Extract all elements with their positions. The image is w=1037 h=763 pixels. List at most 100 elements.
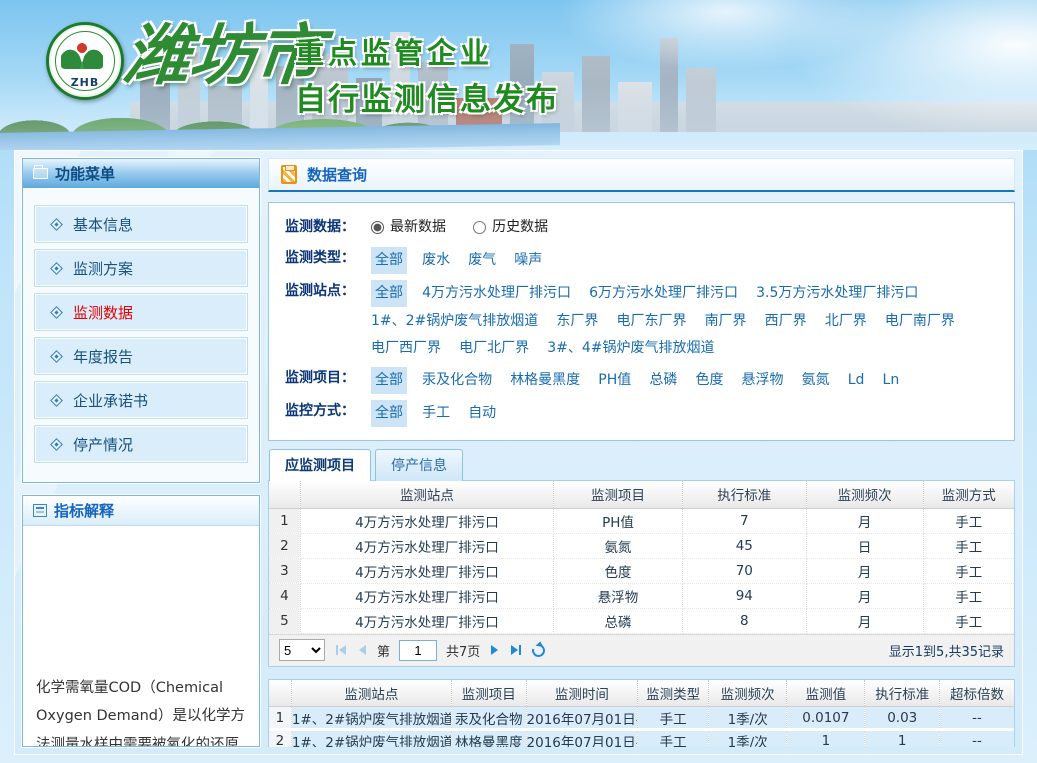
station-option[interactable]: 南厂界 xyxy=(705,309,747,334)
data-query-title: 数据查询 xyxy=(307,164,367,185)
type-option-noise[interactable]: 噪声 xyxy=(514,248,542,273)
sidebar-item-annual-report[interactable]: 年度报告 xyxy=(35,338,247,374)
column-header[interactable]: 监测站点 xyxy=(300,481,553,508)
item-option[interactable]: 汞及化合物 xyxy=(422,368,492,393)
tab-monitoring-items[interactable]: 应监测项目 xyxy=(269,449,371,481)
table-row[interactable]: 2 1#、2#锅炉废气排放烟道 林格曼黑度 2016年07月01日-09 手工 … xyxy=(269,730,1014,748)
item-option[interactable]: 全部 xyxy=(371,367,407,394)
type-option-wastewater[interactable]: 废水 xyxy=(422,248,450,273)
type-option-all[interactable]: 全部 xyxy=(371,247,407,274)
cell: 汞及化合物 xyxy=(452,707,527,730)
main-content: 数据查询 监测数据： 最新数据 历史数据 监测类型： xyxy=(268,158,1015,747)
filter-label-item: 监测项目： xyxy=(285,366,371,391)
diamond-arrow-icon xyxy=(50,218,63,231)
page-number-input[interactable] xyxy=(399,640,437,661)
monitoring-items-grid: 监测站点 监测项目 执行标准 监测频次 监测方式 1 4万方污水处理厂排污口 P… xyxy=(268,480,1015,667)
column-header[interactable]: 监测类型 xyxy=(638,680,709,707)
sidebar-item-label: 企业承诺书 xyxy=(73,390,148,411)
item-option[interactable]: PH值 xyxy=(598,368,631,393)
indicator-text: 化学需氧量COD（Chemical Oxygen Demand）是以化学方法测量… xyxy=(23,526,259,746)
column-header[interactable]: 监测频次 xyxy=(806,481,923,508)
indicator-explanation-title: 指标解释 xyxy=(54,500,114,521)
sidebar-item-shutdown-status[interactable]: 停产情况 xyxy=(35,426,247,462)
cell: 手工 xyxy=(638,730,709,748)
row-number: 4 xyxy=(269,583,300,608)
site-logo: ZHB xyxy=(46,22,124,100)
history-data-radio[interactable] xyxy=(473,221,486,234)
column-header[interactable]: 监测值 xyxy=(787,680,865,707)
item-option[interactable]: 色度 xyxy=(695,368,723,393)
next-page-button[interactable] xyxy=(489,645,500,655)
station-option[interactable]: 电厂北厂界 xyxy=(459,336,529,361)
mode-option-all[interactable]: 全部 xyxy=(371,400,407,427)
station-option[interactable]: 4万方污水处理厂排污口 xyxy=(422,281,571,306)
last-page-button[interactable] xyxy=(509,645,523,655)
column-header[interactable] xyxy=(269,481,300,508)
table-row[interactable]: 4 4万方污水处理厂排污口 悬浮物 94 月 手工 xyxy=(269,583,1014,608)
mode-option-manual[interactable]: 手工 xyxy=(422,401,450,426)
sidebar-item-basic-info[interactable]: 基本信息 xyxy=(35,206,247,242)
station-option[interactable]: 3.5万方污水处理厂排污口 xyxy=(756,281,918,306)
station-option[interactable]: 1#、2#锅炉废气排放烟道 xyxy=(371,309,538,334)
station-option[interactable]: 西厂界 xyxy=(765,309,807,334)
first-page-button[interactable] xyxy=(334,645,348,655)
diamond-arrow-icon xyxy=(50,306,63,319)
item-option[interactable]: Ld xyxy=(848,368,865,393)
cell: 45 xyxy=(682,533,806,558)
table-row[interactable]: 1 1#、2#锅炉废气排放烟道 汞及化合物 2016年07月01日-09 手工 … xyxy=(269,707,1014,730)
column-header[interactable]: 超标倍数 xyxy=(939,680,1014,707)
column-header[interactable]: 监测站点 xyxy=(291,680,451,707)
latest-data-option[interactable]: 最新数据 xyxy=(371,215,446,240)
filter-options-mode: 全部 手工 自动 xyxy=(371,399,1004,427)
column-header[interactable]: 执行标准 xyxy=(865,680,940,707)
function-menu-header: 功能菜单 xyxy=(23,159,259,189)
column-header[interactable]: 监测方式 xyxy=(923,481,1014,508)
column-header[interactable]: 监测项目 xyxy=(452,680,527,707)
prev-page-button[interactable] xyxy=(357,645,368,655)
mode-option-auto[interactable]: 自动 xyxy=(468,401,496,426)
item-option[interactable]: 氨氮 xyxy=(802,368,830,393)
table-row[interactable]: 1 4万方污水处理厂排污口 PH值 7 月 手工 xyxy=(269,508,1014,533)
cell: -- xyxy=(939,730,1014,748)
cell: 1 xyxy=(865,730,940,748)
type-option-exhaust-gas[interactable]: 废气 xyxy=(468,248,496,273)
column-header[interactable]: 监测项目 xyxy=(554,481,683,508)
cell: 林格曼黑度 xyxy=(452,730,527,748)
station-option[interactable]: 北厂界 xyxy=(825,309,867,334)
station-option[interactable]: 电厂东厂界 xyxy=(616,309,686,334)
cell: 悬浮物 xyxy=(554,583,683,608)
item-option[interactable]: 总磷 xyxy=(649,368,677,393)
history-data-option[interactable]: 历史数据 xyxy=(473,215,548,240)
station-option[interactable]: 3#、4#锅炉废气排放烟道 xyxy=(547,336,714,361)
station-option[interactable]: 电厂西厂界 xyxy=(371,336,441,361)
clipboard-icon xyxy=(281,165,297,184)
table-row[interactable]: 2 4万方污水处理厂排污口 氨氮 45 日 手工 xyxy=(269,533,1014,558)
sidebar-item-commitment-letter[interactable]: 企业承诺书 xyxy=(35,382,247,418)
item-option[interactable]: 悬浮物 xyxy=(742,368,784,393)
column-header[interactable]: 监测时间 xyxy=(526,680,638,707)
sidebar-item-label: 基本信息 xyxy=(73,214,133,235)
menu-body: 基本信息 监测方案 监测数据 年度报告 企业承诺书 xyxy=(23,189,259,482)
sidebar-item-monitoring-data[interactable]: 监测数据 xyxy=(35,294,247,330)
sidebar-item-monitoring-plan[interactable]: 监测方案 xyxy=(35,250,247,286)
table-row[interactable]: 5 4万方污水处理厂排污口 总磷 8 月 手工 xyxy=(269,608,1014,633)
station-option[interactable]: 全部 xyxy=(371,280,407,307)
refresh-icon[interactable] xyxy=(530,641,548,659)
latest-data-radio[interactable] xyxy=(371,221,384,234)
cell: 手工 xyxy=(923,608,1014,633)
table-row[interactable]: 3 4万方污水处理厂排污口 色度 70 月 手工 xyxy=(269,558,1014,583)
tab-shutdown-info[interactable]: 停产信息 xyxy=(375,449,463,481)
column-header[interactable] xyxy=(269,680,291,707)
cell: 手工 xyxy=(923,508,1014,533)
cell: 月 xyxy=(806,583,923,608)
pager-info: 显示1到5,共35记录 xyxy=(889,641,1004,660)
station-option[interactable]: 东厂界 xyxy=(556,309,598,334)
item-option[interactable]: Ln xyxy=(883,368,900,393)
station-option[interactable]: 6万方污水处理厂排污口 xyxy=(589,281,738,306)
station-option[interactable]: 电厂南厂界 xyxy=(885,309,955,334)
column-header[interactable]: 监测频次 xyxy=(709,680,787,707)
item-option[interactable]: 林格曼黑度 xyxy=(510,368,580,393)
page-size-select[interactable]: 5 xyxy=(279,639,325,661)
column-header[interactable]: 执行标准 xyxy=(682,481,806,508)
filter-label-type: 监测类型： xyxy=(285,246,371,271)
